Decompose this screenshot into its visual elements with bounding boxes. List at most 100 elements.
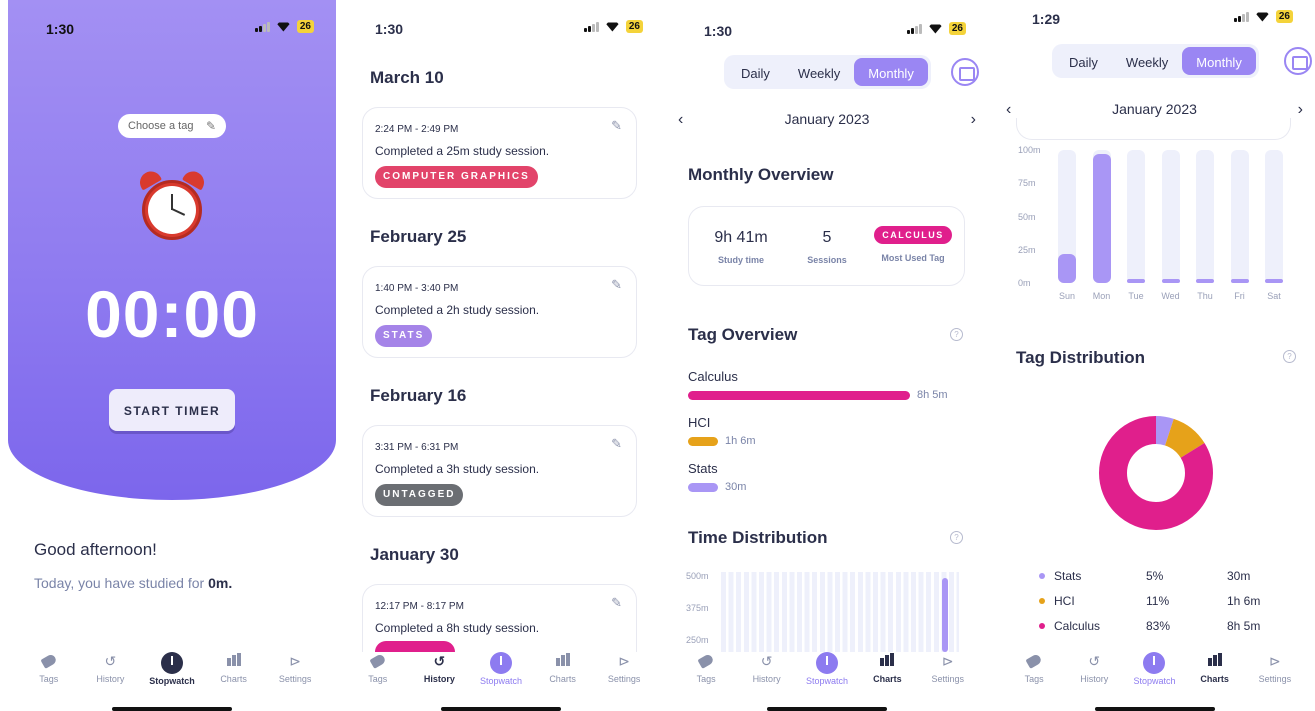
choose-tag-label: Choose a tag [128, 120, 194, 132]
status-time: 1:29 [1032, 11, 1061, 27]
charts-distribution-screen: 1:29 26 Daily Weekly Monthly ‹ January 2… [994, 0, 1315, 711]
next-month-icon[interactable]: › [1298, 101, 1303, 119]
tab-tags-label: Tags [1024, 674, 1044, 684]
session-tag: UNTAGGED [375, 484, 464, 506]
bar-tue[interactable] [1127, 279, 1145, 283]
tab-tags[interactable]: Tags [1006, 652, 1062, 692]
status-time: 1:30 [704, 23, 733, 39]
segment-monthly[interactable]: Monthly [1182, 47, 1256, 75]
tag-icon [369, 652, 387, 670]
stopwatch-icon [1143, 652, 1166, 674]
session-card[interactable]: 3:31 PM - 6:31 PM ✎ Completed a 3h study… [362, 425, 637, 517]
legend-percent: 83% [1146, 619, 1171, 633]
tab-history[interactable]: ↺ History [82, 652, 138, 692]
tab-history[interactable]: ↺ History [1066, 652, 1122, 692]
tab-stopwatch[interactable]: Stopwatch [144, 652, 200, 692]
x-tick-label: Tue [1128, 291, 1144, 301]
tab-stopwatch-label: Stopwatch [805, 676, 848, 686]
overview-card: 9h 41m Study time 5 Sessions CALCULUS Most … [688, 206, 965, 286]
time-distribution-title: Time Distribution [688, 528, 828, 547]
bar-fri[interactable] [1230, 279, 1249, 283]
bar-track [1265, 150, 1283, 283]
tab-settings[interactable]: ⊳ Settings [1247, 652, 1303, 692]
stopwatch-icon [160, 652, 183, 674]
stopwatch-icon [815, 652, 838, 674]
session-time: 1:40 PM - 3:40 PM [375, 283, 459, 294]
session-card[interactable]: 1:40 PM - 3:40 PM ✎ Completed a 2h study… [362, 266, 637, 358]
x-tick-label: Wed [1161, 291, 1180, 301]
greeting: Good afternoon! [34, 540, 157, 559]
edit-pencil-icon[interactable]: ✎ [611, 277, 622, 293]
month-label: January 2023 [1112, 101, 1197, 117]
tab-stopwatch[interactable]: Stopwatch [799, 652, 855, 692]
tab-settings[interactable]: ⊳ Settings [920, 652, 976, 692]
legend-percent: 5% [1146, 569, 1164, 583]
segment-daily[interactable]: Daily [727, 58, 784, 86]
bar-mon[interactable] [1092, 154, 1111, 283]
status-bar: 1:30 26 [666, 20, 988, 44]
tab-settings[interactable]: ⊳ Settings [267, 652, 323, 692]
tab-charts[interactable]: Charts [535, 652, 591, 692]
tab-stopwatch[interactable]: Stopwatch [1126, 652, 1182, 692]
bar-thu[interactable] [1196, 279, 1214, 283]
tab-tags[interactable]: Tags [678, 652, 734, 692]
bar-sun[interactable] [1058, 254, 1076, 283]
edit-pencil-icon[interactable]: ✎ [611, 595, 622, 611]
tag-bar-calculus [688, 391, 910, 400]
most-used-label: Most Used Tag [881, 253, 945, 263]
choose-tag-button[interactable]: Choose a tag ✎ [118, 114, 226, 138]
help-icon[interactable]: ? [950, 328, 963, 341]
battery-icon: 26 [296, 20, 314, 33]
tag-icon [697, 652, 715, 670]
session-card[interactable]: 2:24 PM - 2:49 PM ✎ Completed a 25m stud… [362, 107, 637, 199]
tab-settings[interactable]: ⊳ Settings [596, 652, 652, 692]
calendar-icon[interactable] [951, 58, 979, 86]
month-label: January 2023 [784, 111, 870, 127]
tab-charts[interactable]: Charts [206, 652, 262, 692]
bar-chart-icon [1206, 652, 1224, 670]
segment-weekly[interactable]: Weekly [1112, 47, 1182, 75]
tab-history[interactable]: ↺ History [411, 652, 467, 692]
segment-daily[interactable]: Daily [1055, 47, 1112, 75]
edit-pencil-icon[interactable]: ✎ [611, 436, 622, 452]
tab-charts[interactable]: Charts [1187, 652, 1243, 692]
tag-distribution-title: Tag Distribution [1016, 348, 1146, 367]
tag-name: Stats [688, 461, 718, 476]
battery-icon: 26 [625, 20, 643, 33]
tag-overview-title: Tag Overview [688, 325, 798, 344]
segment-monthly[interactable]: Monthly [854, 58, 928, 86]
status-time: 1:30 [46, 21, 75, 37]
x-tick-label: Sun [1058, 291, 1075, 301]
studied-today: Today, you have studied for 0m. [34, 575, 232, 591]
tab-history[interactable]: ↺ History [739, 652, 795, 692]
tab-tags[interactable]: Tags [350, 652, 406, 692]
y-tick-label: 75m [1018, 178, 1036, 189]
start-timer-button[interactable]: START TIMER [109, 389, 235, 431]
legend-value: 1h 6m [1227, 594, 1261, 608]
most-used-tag-badge: CALCULUS [874, 226, 952, 244]
help-icon[interactable]: ? [950, 531, 963, 544]
legend-value: 8h 5m [1227, 619, 1261, 633]
session-time: 12:17 PM - 8:17 PM [375, 601, 464, 612]
edit-pencil-icon[interactable]: ✎ [611, 118, 622, 134]
tab-tags[interactable]: Tags [21, 652, 77, 692]
bar-wed[interactable] [1161, 279, 1180, 283]
tab-charts[interactable]: Charts [859, 652, 915, 692]
pencil-icon: ✎ [205, 119, 216, 133]
tag-distribution-donut [1099, 416, 1213, 530]
session-tag: STATS [375, 325, 433, 347]
next-month-icon[interactable]: › [971, 111, 976, 129]
signal-icon [906, 23, 922, 34]
calendar-icon[interactable] [1284, 47, 1312, 75]
help-icon[interactable]: ? [1283, 350, 1296, 363]
tab-history-label: History [752, 674, 781, 684]
status-bar: 1:30 26 [8, 18, 336, 42]
settings-icon: ⊳ [1268, 653, 1281, 669]
tab-stopwatch[interactable]: Stopwatch [473, 652, 529, 692]
wifi-icon [928, 23, 943, 34]
tab-history-label: History [96, 674, 125, 684]
home-indicator [1094, 707, 1215, 711]
segment-weekly[interactable]: Weekly [784, 58, 854, 86]
bar-sat[interactable] [1265, 279, 1283, 283]
session-tag: COMPUTER GRAPHICS [375, 166, 538, 188]
